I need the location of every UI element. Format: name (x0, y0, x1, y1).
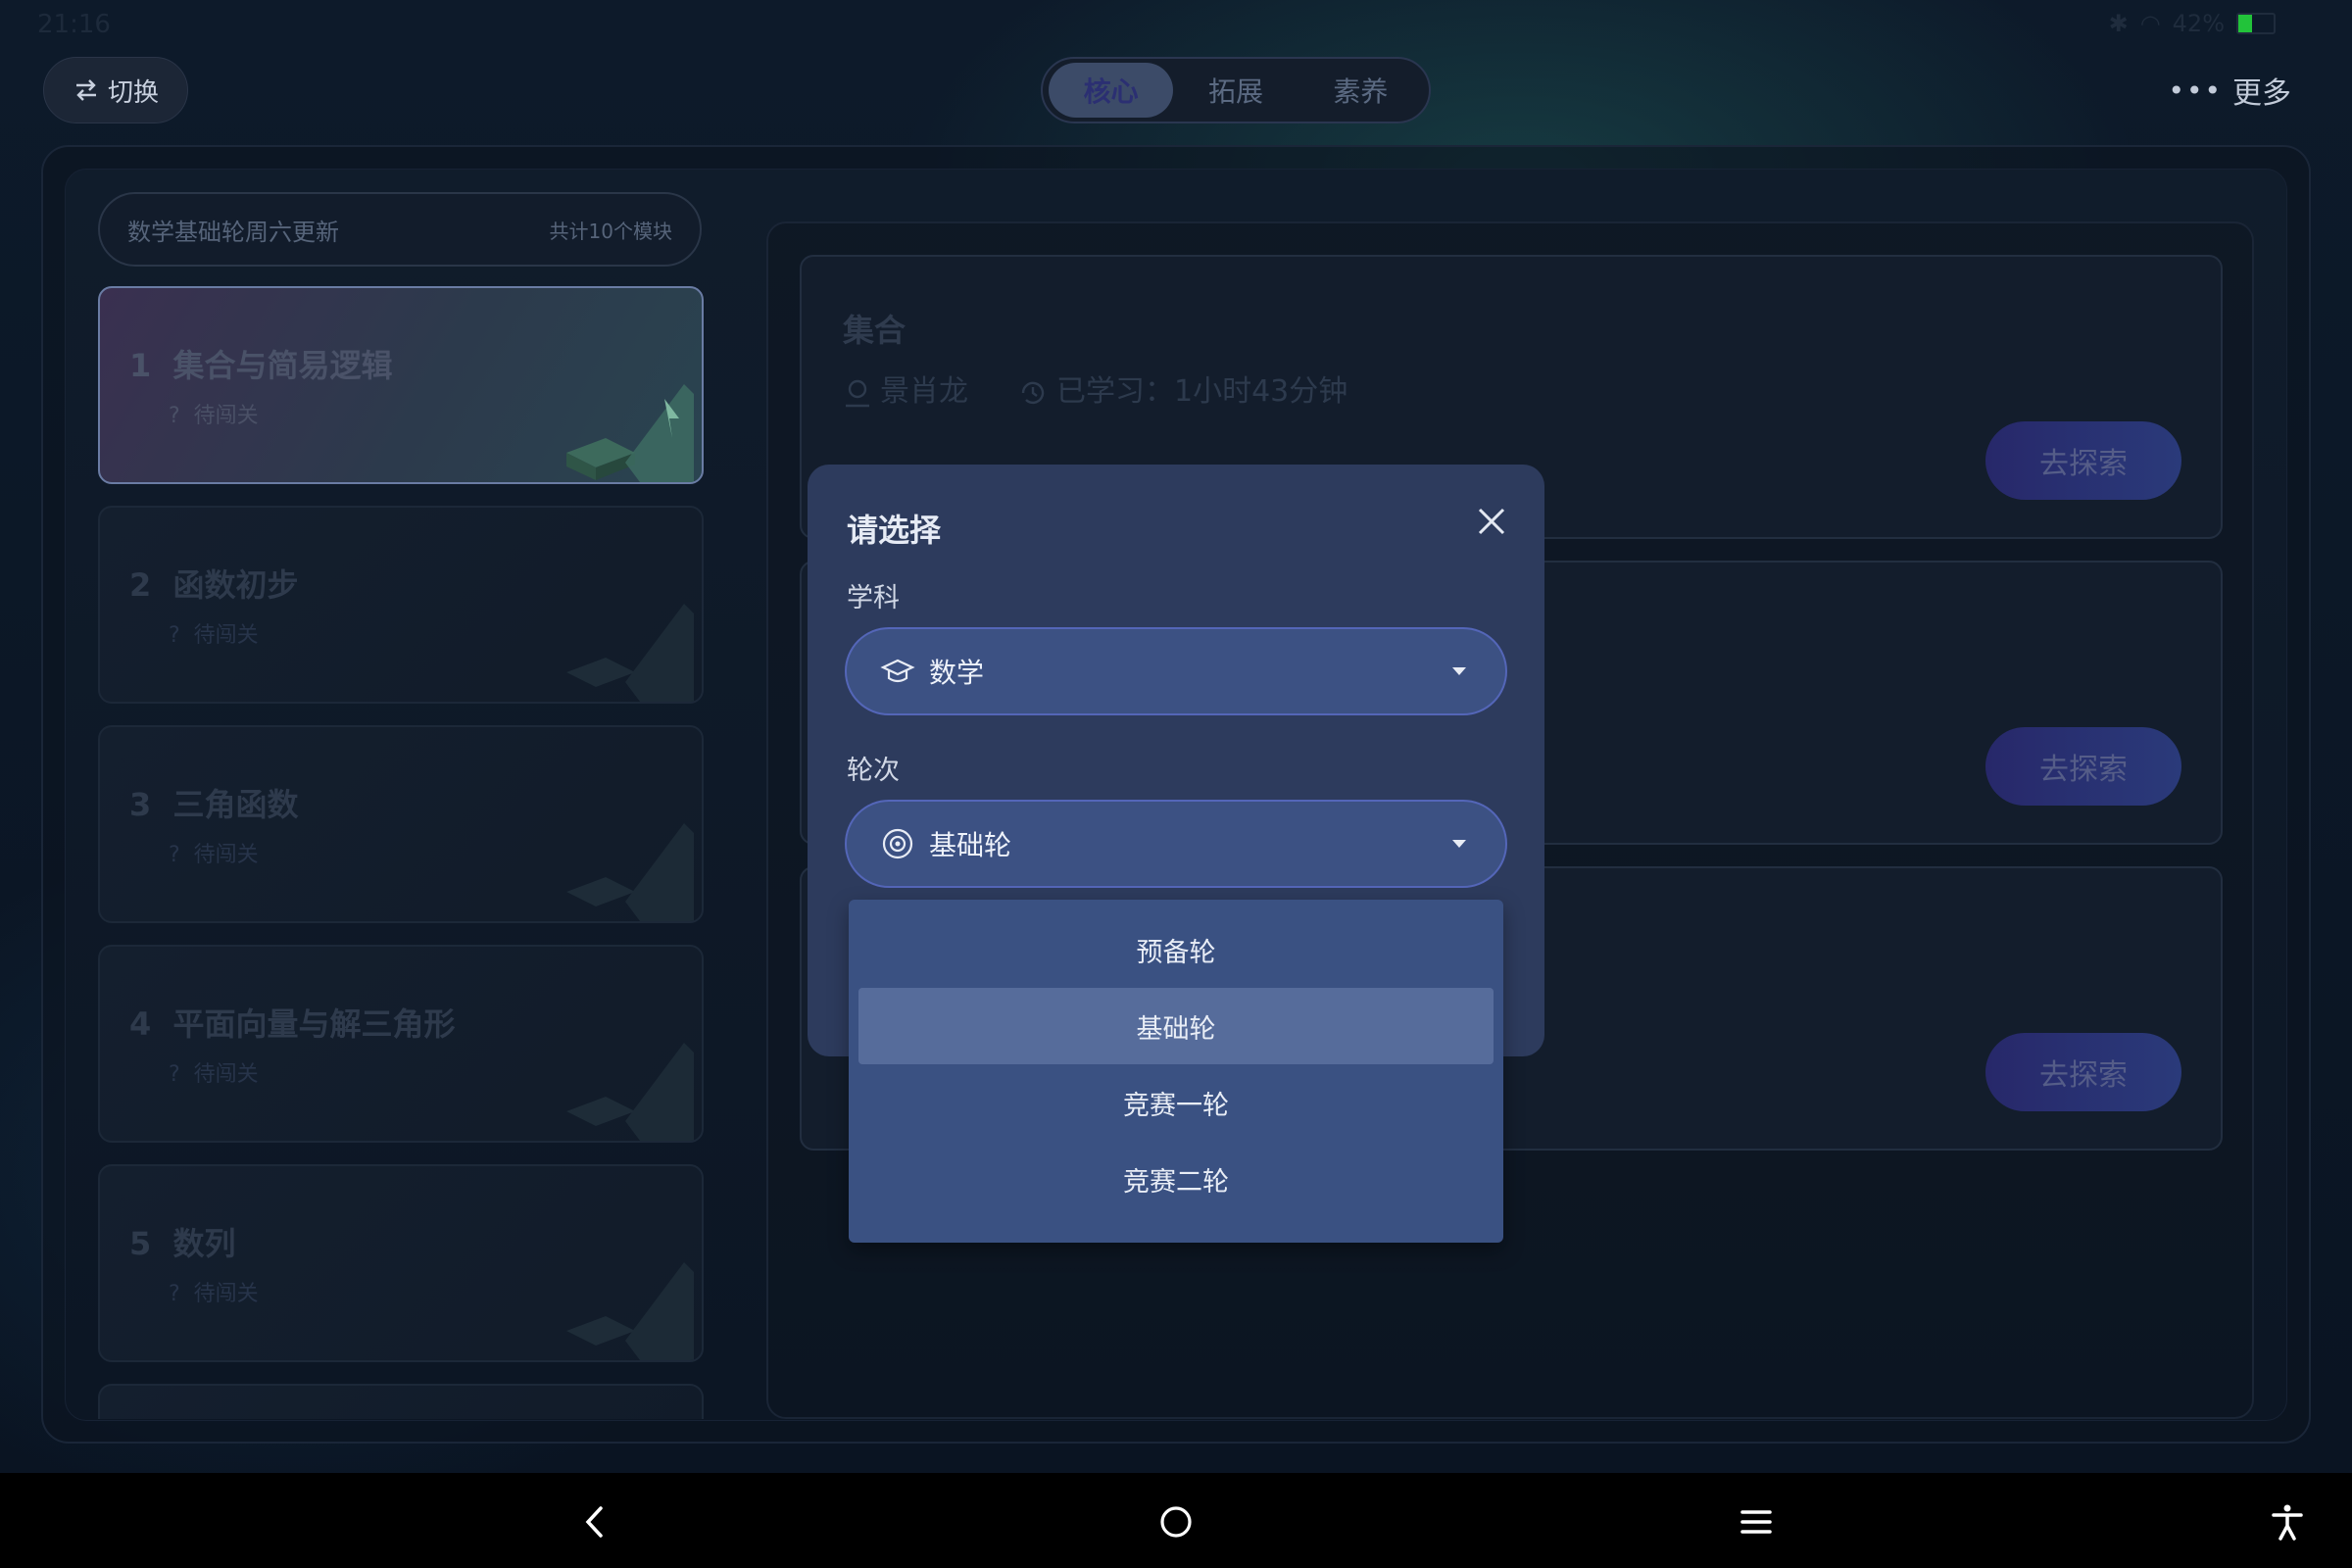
module-status: ? 待闯关 (169, 1062, 259, 1087)
round-option-competition-1[interactable]: 竞赛一轮 (858, 1064, 1494, 1141)
dialog-title: 请选择 (847, 512, 942, 549)
round-dropdown-menu: 预备轮 基础轮 竞赛一轮 竞赛二轮 (849, 900, 1503, 1243)
battery-icon (2236, 13, 2276, 34)
module-title: 3 三角函数 (129, 786, 299, 823)
teacher-name: 景肖龙 (880, 374, 968, 409)
home-circle-icon[interactable] (1156, 1502, 1196, 1542)
wifi-icon: ◠ (2139, 10, 2161, 37)
history-clock-icon (1021, 381, 1045, 404)
module-card-4[interactable]: 4 平面向量与解三角形 ? 待闯关 (98, 945, 704, 1143)
module-count: 共计10个模块 (549, 219, 672, 243)
chapter-header: 数学基础轮周六更新 共计10个模块 (98, 192, 702, 267)
round-option-basic[interactable]: 基础轮 (858, 988, 1494, 1064)
status-time: 21:16 (37, 10, 111, 39)
tab-literacy[interactable]: 素养 (1298, 63, 1423, 118)
close-icon[interactable] (1474, 504, 1509, 539)
round-select[interactable]: 基础轮 (845, 800, 1507, 888)
battery-percent: 42% (2172, 10, 2225, 37)
switch-label: 切换 (107, 77, 159, 108)
module-title: 2 函数初步 (129, 566, 299, 604)
more-button[interactable]: ••• 更多 (2168, 69, 2291, 112)
module-illustration-icon (566, 823, 694, 921)
module-card-3[interactable]: 3 三角函数 ? 待闯关 (98, 725, 704, 923)
menu-lines-icon[interactable] (1737, 1502, 1776, 1542)
course-meta: 景肖龙 已学习：1小时43分钟 (843, 367, 1348, 410)
module-illustration-icon (566, 384, 694, 482)
target-icon (882, 828, 913, 859)
round-option-preparatory[interactable]: 预备轮 (858, 911, 1494, 988)
status-icons: ✱ ◠ 42% (2109, 10, 2276, 37)
chapter-title: 数学基础轮周六更新 (127, 218, 339, 246)
chevron-down-icon (1452, 840, 1466, 848)
module-card-6[interactable] (98, 1384, 704, 1419)
chevron-down-icon (1452, 667, 1466, 675)
study-time: 已学习：1小时43分钟 (1056, 374, 1348, 409)
subject-value: 数学 (929, 657, 985, 689)
system-nav-bar (0, 1473, 2352, 1568)
round-value: 基础轮 (929, 829, 1012, 861)
module-status: ? 待闯关 (169, 843, 259, 867)
explore-button[interactable]: 去探索 (1985, 421, 2181, 500)
subject-label: 学科 (847, 583, 900, 613)
module-card-1[interactable]: 1 集合与简易逻辑 ? 待闯关 (98, 286, 704, 484)
accessibility-icon[interactable] (2268, 1502, 2307, 1542)
module-card-5[interactable]: 5 数列 ? 待闯关 (98, 1164, 704, 1362)
switch-button[interactable]: 切换 (43, 57, 188, 123)
module-status: ? 待闯关 (169, 404, 259, 428)
more-label: 更多 (2232, 76, 2291, 111)
more-dots-icon: ••• (2168, 74, 2223, 107)
module-title: 5 数列 (129, 1225, 236, 1262)
module-title: 4 平面向量与解三角形 (129, 1005, 456, 1043)
study-time-info: 已学习：1小时43分钟 (1017, 367, 1348, 410)
module-title: 1 集合与简易逻辑 (129, 347, 393, 384)
module-status: ? 待闯关 (169, 1282, 259, 1306)
module-card-2[interactable]: 2 函数初步 ? 待闯关 (98, 506, 704, 704)
status-bar: 21:16 ✱ ◠ 42% (0, 0, 2352, 47)
back-chevron-icon[interactable] (576, 1502, 615, 1542)
module-illustration-icon (566, 1262, 694, 1360)
teacher-info: 景肖龙 (843, 367, 968, 410)
course-title: 集合 (843, 312, 906, 349)
graduation-cap-icon (880, 659, 915, 683)
module-illustration-icon (566, 1043, 694, 1141)
round-label: 轮次 (847, 756, 900, 786)
module-status: ? 待闯关 (169, 623, 259, 648)
swap-arrows-icon (75, 79, 96, 101)
tab-extension[interactable]: 拓展 (1173, 63, 1298, 118)
tab-core[interactable]: 核心 (1049, 63, 1174, 118)
bluetooth-icon: ✱ (2108, 10, 2129, 37)
round-option-competition-2[interactable]: 竞赛二轮 (858, 1141, 1494, 1217)
subject-select[interactable]: 数学 (845, 627, 1507, 715)
module-illustration-icon (566, 604, 694, 702)
user-icon (846, 379, 869, 407)
explore-button[interactable]: 去探索 (1985, 727, 2181, 806)
category-tabs: 核心 拓展 素养 (1041, 57, 1431, 123)
explore-button[interactable]: 去探索 (1985, 1033, 2181, 1111)
